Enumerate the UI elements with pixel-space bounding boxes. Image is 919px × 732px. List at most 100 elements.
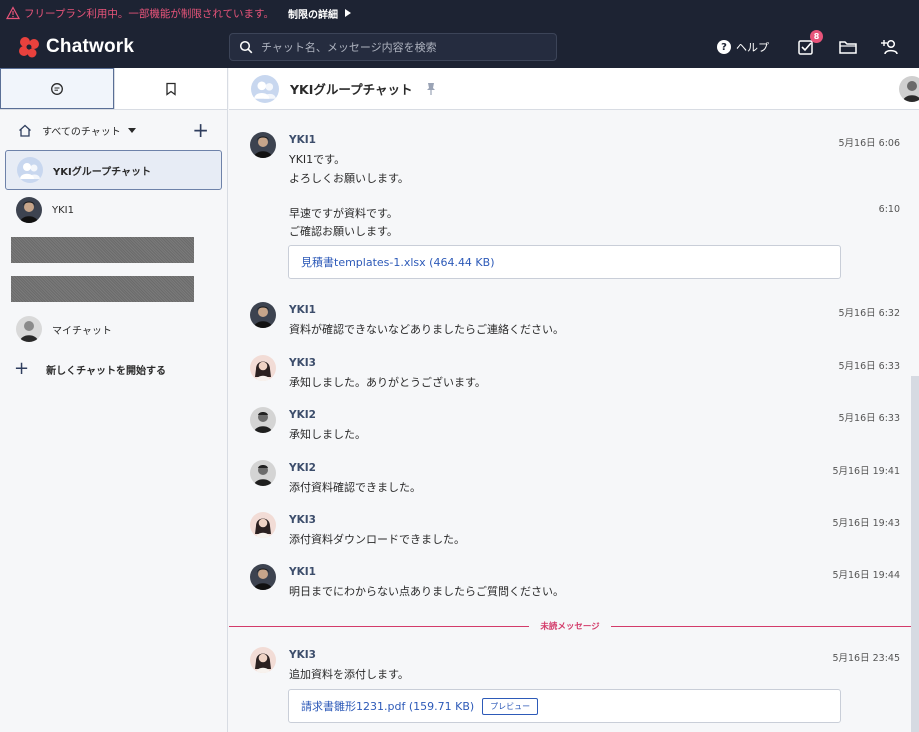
task-count-badge: 8 (810, 30, 823, 43)
message-text: よろしくお願いします。 (289, 172, 409, 185)
search-box[interactable] (229, 33, 557, 61)
message-text: 添付資料確認できました。 (289, 481, 421, 494)
message-time: 5月16日 19:43 (832, 518, 900, 529)
room-name: YKIグループチャット (53, 166, 152, 178)
message-time: 5月16日 19:41 (832, 466, 900, 477)
message-text: 資料が確認できないなどありましたらご連絡ください。 (289, 323, 564, 336)
unread-rule (229, 626, 529, 627)
logo-text: Chatwork (46, 36, 135, 57)
unread-label: 未読メッセージ (540, 622, 600, 632)
message[interactable]: YKI3 5月16日 19:43 添付資料ダウンロードできました。 (250, 512, 900, 552)
message-text: 追加資料を添付します。 (289, 668, 409, 681)
user-avatar-yki3[interactable] (250, 355, 276, 381)
chatwork-logo[interactable]: Chatwork (17, 35, 217, 59)
message-time: 5月16日 23:45 (832, 653, 900, 664)
message[interactable]: 6:10 早速ですが資料です。 ご確認お願いします。 見積書templates-… (250, 201, 900, 281)
unread-divider: 未読メッセージ (229, 620, 919, 632)
sidebar-item-yki-group[interactable]: YKIグループチャット (5, 150, 222, 190)
user-avatar-yki1[interactable] (250, 132, 276, 158)
user-avatar-yki2[interactable] (250, 407, 276, 433)
redacted-room[interactable] (11, 276, 194, 302)
triangle-right-icon (345, 9, 352, 17)
message[interactable]: YKI1 5月16日 6:32 資料が確認できないなどありましたらご連絡ください… (250, 302, 900, 342)
sidebar-tabs (0, 68, 227, 110)
task-button[interactable]: 8 (795, 30, 823, 58)
file-link[interactable]: 請求書雛形1231.pdf (159.71 KB) (301, 698, 474, 714)
new-chat-label: 新しくチャットを開始する (46, 365, 166, 377)
user-avatar-yki2[interactable] (250, 460, 276, 486)
timeline-scrollbar[interactable] (911, 376, 919, 732)
chat-title: YKIグループチャット (290, 82, 413, 97)
user-avatar-yki3[interactable] (250, 647, 276, 673)
message-text: 承知しました。ありがとうございます。 (289, 376, 486, 389)
room-name: YKI1 (52, 204, 74, 216)
tab-bookmarks[interactable] (114, 68, 227, 109)
help-label: ヘルプ (736, 41, 769, 54)
message-username[interactable]: YKI3 (289, 514, 316, 526)
warning-icon (6, 6, 20, 20)
message-username[interactable]: YKI1 (289, 134, 316, 146)
user-avatar-yki1[interactable] (250, 564, 276, 590)
message-username[interactable]: YKI2 (289, 462, 316, 474)
file-button[interactable] (837, 36, 859, 58)
sidebar-item-my-chat[interactable]: マイチャット (5, 309, 222, 349)
user-avatar-yki3[interactable] (250, 512, 276, 538)
message-time: 6:10 (878, 204, 900, 215)
limit-detail-link[interactable]: 制限の詳細 (288, 6, 352, 21)
user-avatar-yki1 (16, 197, 42, 223)
room-name: マイチャット (52, 325, 112, 337)
message[interactable]: YKI3 5月16日 6:33 承知しました。ありがとうございます。 (250, 355, 900, 395)
message-time: 5月16日 19:44 (832, 570, 900, 581)
plus-icon: + (14, 358, 30, 379)
chat-header: YKIグループチャット (229, 68, 919, 110)
chatwork-logo-icon (19, 37, 39, 58)
message-time: 5月16日 6:32 (838, 308, 901, 319)
message-text: 承知しました。 (289, 428, 366, 441)
bookmark-icon (166, 82, 176, 96)
group-avatar (251, 74, 279, 103)
chat-filter-row[interactable]: すべてのチャット + (0, 110, 227, 150)
message[interactable]: YKI2 5月16日 19:41 添付資料確認できました。 (250, 460, 900, 500)
sidebar-item-yki1[interactable]: YKI1 (5, 190, 222, 230)
message[interactable]: YKI1 5月16日 6:06 YKI1です。 よろしくお願いします。 (250, 132, 900, 192)
tab-chats[interactable] (0, 68, 114, 109)
message-text: 添付資料ダウンロードできました。 (289, 533, 465, 546)
message-timeline[interactable]: YKI1 5月16日 6:06 YKI1です。 よろしくお願いします。 6:10… (229, 111, 919, 732)
message-text: YKI1です。 (289, 153, 346, 166)
question-icon: ? (717, 40, 731, 54)
add-chat-plus-icon[interactable]: + (192, 120, 209, 140)
caret-down-icon (127, 127, 136, 133)
message[interactable]: YKI2 5月16日 6:33 承知しました。 (250, 407, 900, 447)
file-attachment[interactable]: 請求書雛形1231.pdf (159.71 KB) プレビュー (288, 689, 841, 723)
message-text: ご確認お願いします。 (289, 225, 398, 238)
message-username[interactable]: YKI3 (289, 357, 316, 369)
new-chat-button[interactable]: + 新しくチャットを開始する (0, 349, 227, 389)
member-avatar[interactable] (899, 76, 919, 102)
message-username[interactable]: YKI1 (289, 304, 316, 316)
pin-icon[interactable] (425, 82, 437, 96)
message-username[interactable]: YKI1 (289, 566, 316, 578)
message[interactable]: YKI1 5月16日 19:44 明日までにわからない点ありましたらご質問くださ… (250, 564, 900, 604)
plan-warning-bar: フリープラン利用中。一部機能が制限されています。 制限の詳細 (0, 0, 919, 26)
message-username[interactable]: YKI3 (289, 649, 316, 661)
chat-bubble-icon (51, 82, 63, 95)
message-text: 明日までにわからない点ありましたらご質問ください。 (289, 585, 564, 598)
header-actions: ? ヘルプ 8 (717, 26, 919, 68)
help-button[interactable]: ? ヘルプ (717, 39, 769, 55)
message-time: 5月16日 6:33 (838, 361, 901, 372)
room-sidebar: すべてのチャット + YKIグループチャット YKI1 マイチャット + 新しく… (0, 68, 228, 732)
search-input[interactable] (261, 40, 551, 54)
message[interactable]: YKI3 5月16日 23:45 追加資料を添付します。 請求書雛形1231.p… (250, 647, 900, 727)
file-attachment[interactable]: 見積書templates-1.xlsx (464.44 KB) (288, 245, 841, 279)
message-username[interactable]: YKI2 (289, 409, 316, 421)
preview-button[interactable]: プレビュー (482, 697, 539, 715)
message-time: 5月16日 6:06 (838, 138, 901, 149)
home-icon (19, 124, 31, 137)
contacts-button[interactable] (879, 36, 901, 58)
redacted-room[interactable] (11, 237, 194, 263)
limit-detail-label: 制限の詳細 (288, 9, 339, 21)
user-avatar-yki1[interactable] (250, 302, 276, 328)
file-link[interactable]: 見積書templates-1.xlsx (464.44 KB) (301, 254, 494, 270)
message-time: 5月16日 6:33 (838, 413, 901, 424)
chat-filter-label: すべてのチャット (42, 126, 121, 138)
